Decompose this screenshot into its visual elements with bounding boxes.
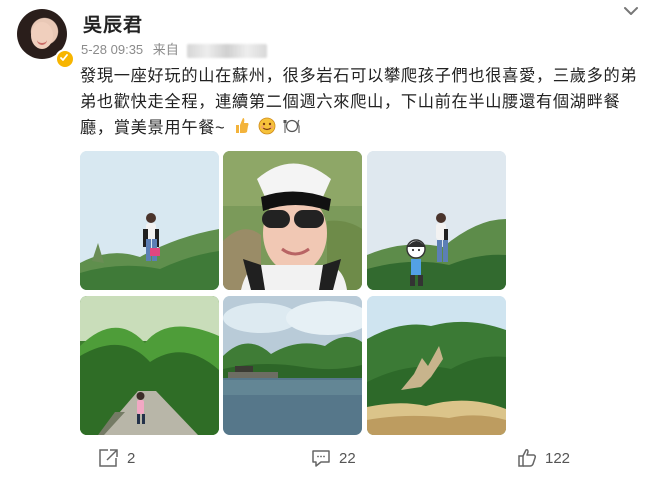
restaurant-emoji-icon (283, 117, 301, 143)
username[interactable]: 吳辰君 (83, 10, 143, 37)
post-timestamp[interactable]: 5-28 09:35 (81, 42, 143, 57)
action-bar: 2 22 122 (0, 441, 660, 475)
source-label: 来自 (152, 42, 179, 57)
photo-hiking-1[interactable] (80, 151, 219, 290)
photo-mountain[interactable] (367, 296, 506, 435)
post-body: 發現一座好玩的山在蘇州，很多岩石可以攀爬孩子們也很喜愛，三歲多的弟弟也歡快走全程… (80, 67, 638, 137)
comment-icon (312, 450, 330, 467)
photo-forest-path[interactable] (80, 296, 219, 435)
like-count: 122 (545, 449, 571, 467)
thumbs-up-icon (518, 449, 537, 467)
photo-hiking-2[interactable] (367, 151, 506, 290)
weibo-post-card: 吳辰君 5-28 09:35 来自 發現一座好玩的山在蘇州，很多岩石可以攀爬孩子… (0, 0, 660, 482)
post-text: 發現一座好玩的山在蘇州，很多岩石可以攀爬孩子們也很喜愛，三歲多的弟弟也歡快走全程… (80, 63, 640, 143)
smile-emoji-icon (258, 117, 276, 143)
share-count: 2 (127, 449, 136, 467)
source-blurred (187, 43, 268, 58)
post-meta: 5-28 09:35 来自 (81, 39, 268, 58)
photo-grid (80, 151, 506, 436)
share-button[interactable]: 2 (98, 444, 135, 472)
verified-badge-icon (55, 49, 75, 69)
photo-selfie[interactable] (223, 151, 362, 290)
comment-count: 22 (339, 449, 356, 467)
more-options-icon[interactable] (618, 1, 644, 23)
comment-button[interactable]: 22 (311, 444, 356, 472)
photo-lake[interactable] (223, 296, 362, 435)
share-icon (99, 449, 118, 467)
thumbs-up-emoji-icon (232, 117, 250, 143)
like-button[interactable]: 122 (517, 444, 570, 472)
